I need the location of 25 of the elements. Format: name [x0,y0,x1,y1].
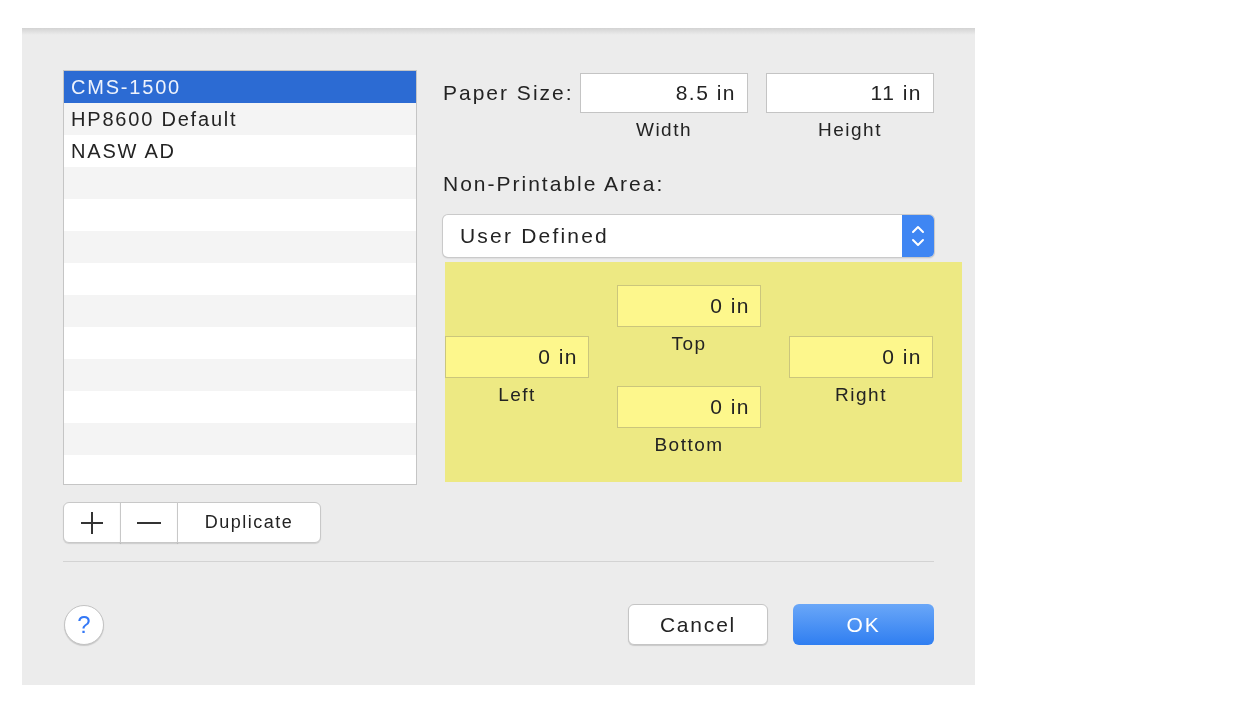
duplicate-button[interactable]: Duplicate [177,502,321,543]
list-item[interactable]: NASW AD [64,135,416,167]
up-down-chevron-icon [902,215,934,257]
plus-icon [80,510,104,535]
cancel-button[interactable]: Cancel [628,604,768,645]
field-caption: Top [671,333,707,355]
field-caption: Height [818,119,882,141]
help-button[interactable]: ? [64,604,104,645]
field-label: Paper Size: [443,80,575,106]
dropdown[interactable]: User Defined [443,215,934,257]
list-item[interactable]: CMS-1500 [64,71,416,103]
add-button[interactable] [63,502,121,543]
margin-field[interactable]: 0 in [617,285,761,327]
margin-field[interactable]: 0 in [617,386,761,428]
section-label: Non-Printable Area: [443,171,665,197]
margin-field[interactable]: 0 in [789,336,933,378]
field-caption: Right [835,384,887,406]
minus-icon [137,521,161,524]
text-field[interactable]: 8.5 in [580,73,748,113]
text-field[interactable]: 11 in [766,73,934,113]
field-caption: Width [635,119,693,141]
field-caption: Left [498,384,536,406]
margin-field[interactable]: 0 in [445,336,589,378]
list-item[interactable]: HP8600 Default [64,103,416,135]
field-caption: Bottom [654,434,724,456]
